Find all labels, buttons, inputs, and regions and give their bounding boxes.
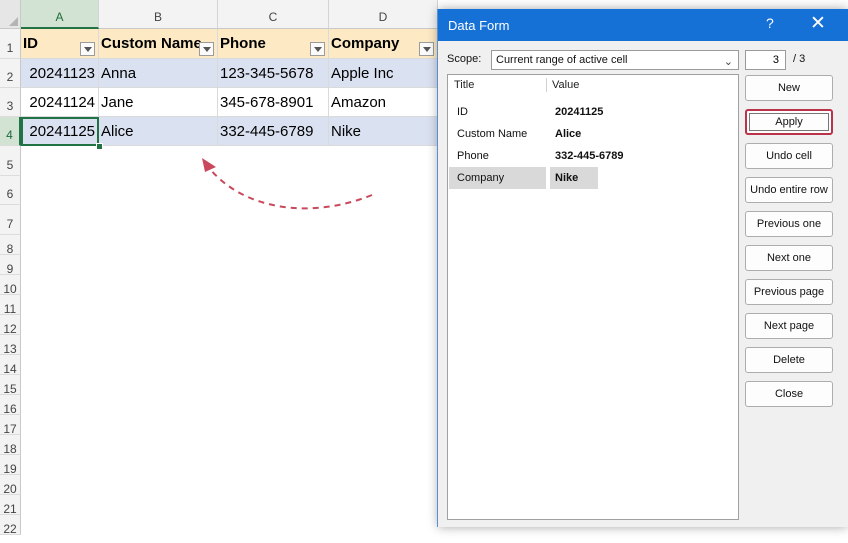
- apply-button[interactable]: Apply: [745, 109, 833, 135]
- cell-c2[interactable]: 123-345-5678: [218, 59, 329, 88]
- header-cell-id[interactable]: ID: [21, 29, 99, 59]
- scope-select-value: Current range of active cell: [496, 54, 628, 66]
- column-header-d[interactable]: D: [329, 0, 438, 29]
- page-number-input[interactable]: 3: [745, 50, 786, 70]
- field-list: Title Value ID 20241125 Custom Name Alic…: [447, 74, 739, 520]
- cell-c4[interactable]: 332-445-6789: [218, 117, 329, 146]
- row-header-4[interactable]: 4: [0, 117, 21, 146]
- column-header-a[interactable]: A: [21, 0, 99, 29]
- dialog-title: Data Form: [448, 18, 510, 33]
- row-header-7[interactable]: 7: [0, 205, 21, 235]
- column-header-b[interactable]: B: [99, 0, 218, 29]
- row-header-12[interactable]: 12: [0, 315, 21, 336]
- cell-d3[interactable]: Amazon: [329, 88, 438, 117]
- row-header-3[interactable]: 3: [0, 88, 21, 117]
- filter-dropdown-icon[interactable]: [310, 42, 325, 56]
- row-header-5[interactable]: 5: [0, 146, 21, 176]
- scope-select[interactable]: Current range of active cell ⌄: [491, 50, 739, 70]
- row-header-20[interactable]: 20: [0, 475, 21, 496]
- next-page-button[interactable]: Next page: [745, 313, 833, 339]
- row-header-14[interactable]: 14: [0, 355, 21, 376]
- row-header-2[interactable]: 2: [0, 59, 21, 88]
- close-button[interactable]: Close: [745, 381, 833, 407]
- row-header-22[interactable]: 22: [0, 515, 21, 536]
- field-value-company[interactable]: Nike: [555, 168, 578, 188]
- undo-cell-button[interactable]: Undo cell: [745, 143, 833, 169]
- header-cell-text: Custom Name: [101, 35, 202, 52]
- row-header-9[interactable]: 9: [0, 255, 21, 276]
- cell-c3[interactable]: 345-678-8901: [218, 88, 329, 117]
- page-total: / 3: [793, 53, 806, 65]
- cell-b4[interactable]: Alice: [99, 117, 218, 146]
- fill-handle[interactable]: [96, 143, 103, 150]
- field-value-phone[interactable]: 332-445-6789: [555, 146, 624, 166]
- chevron-down-icon: ⌄: [723, 56, 733, 68]
- field-title-company: Company: [457, 172, 505, 184]
- focus-ring: [749, 113, 829, 131]
- row-header-19[interactable]: 19: [0, 455, 21, 476]
- help-icon[interactable]: ?: [766, 15, 774, 31]
- row-header-6[interactable]: 6: [0, 176, 21, 205]
- row-header-18[interactable]: 18: [0, 435, 21, 456]
- filter-dropdown-icon[interactable]: [419, 42, 434, 56]
- filter-dropdown-icon[interactable]: [199, 42, 214, 56]
- curved-arrow-icon: [202, 158, 373, 210]
- row-header-1[interactable]: 1: [0, 29, 21, 59]
- cell-a4[interactable]: 20241125: [21, 117, 99, 146]
- field-title-phone: Phone: [457, 150, 489, 162]
- previous-one-button[interactable]: Previous one: [745, 211, 833, 237]
- header-cell-text: ID: [23, 35, 38, 52]
- next-one-button[interactable]: Next one: [745, 245, 833, 271]
- dialog-titlebar[interactable]: Data Form ? ✕: [438, 9, 848, 41]
- header-cell-phone[interactable]: Phone: [218, 29, 329, 59]
- field-value-custom-name[interactable]: Alice: [555, 124, 581, 144]
- previous-page-button[interactable]: Previous page: [745, 279, 833, 305]
- field-value-id[interactable]: 20241125: [555, 102, 603, 122]
- cell-d2[interactable]: Apple Inc: [329, 59, 438, 88]
- cell-a3[interactable]: 20241124: [21, 88, 99, 117]
- filter-dropdown-icon[interactable]: [80, 42, 95, 56]
- row-header-11[interactable]: 11: [0, 295, 21, 316]
- field-title-id: ID: [457, 106, 468, 118]
- cell-b3[interactable]: Jane: [99, 88, 218, 117]
- select-all-corner[interactable]: [0, 0, 21, 29]
- column-divider: [546, 78, 547, 92]
- undo-entire-row-button[interactable]: Undo entire row: [745, 177, 833, 203]
- delete-button[interactable]: Delete: [745, 347, 833, 373]
- data-form-dialog: Data Form ? ✕ Scope: Current range of ac…: [438, 9, 848, 527]
- scope-label: Scope:: [447, 53, 482, 65]
- list-header-value: Value: [552, 79, 580, 91]
- cell-b2[interactable]: Anna: [99, 59, 218, 88]
- row-header-15[interactable]: 15: [0, 375, 21, 396]
- field-title-custom-name: Custom Name: [457, 128, 528, 140]
- header-cell-text: Phone: [220, 35, 266, 52]
- row-header-10[interactable]: 10: [0, 275, 21, 296]
- row-header-21[interactable]: 21: [0, 495, 21, 516]
- cell-d4[interactable]: Nike: [329, 117, 438, 146]
- header-cell-company[interactable]: Company: [329, 29, 438, 59]
- row-header-16[interactable]: 16: [0, 395, 21, 416]
- row-header-8[interactable]: 8: [0, 235, 21, 256]
- row-header-17[interactable]: 17: [0, 415, 21, 436]
- list-header-title: Title: [454, 79, 475, 91]
- header-cell-custom-name[interactable]: Custom Name: [99, 29, 218, 59]
- cell-a2[interactable]: 20241123: [21, 59, 99, 88]
- header-cell-text: Company: [331, 35, 400, 52]
- row-header-13[interactable]: 13: [0, 335, 21, 356]
- new-button[interactable]: New: [745, 75, 833, 101]
- column-header-c[interactable]: C: [218, 0, 329, 29]
- close-icon[interactable]: ✕: [810, 12, 826, 35]
